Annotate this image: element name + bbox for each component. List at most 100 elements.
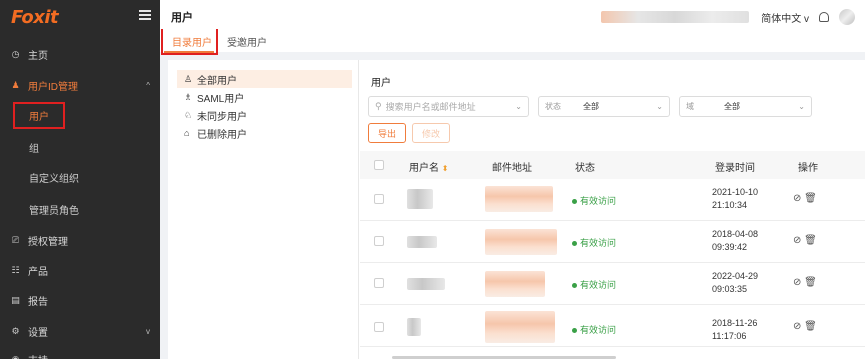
- language-selector[interactable]: 简体中文 v: [761, 10, 809, 25]
- sidebar-item-home[interactable]: ◷ 主页: [0, 34, 160, 75]
- disable-icon[interactable]: ⊘: [793, 193, 801, 204]
- status-text: 有效访问: [580, 196, 617, 206]
- trash-icon[interactable]: 🗑: [804, 235, 817, 246]
- row-actions: ⊘ 🗑: [793, 277, 817, 288]
- column-actions: 操作: [798, 163, 818, 174]
- row-checkbox[interactable]: [374, 278, 384, 288]
- tab-bar: 目录用户 受邀用户: [160, 29, 865, 55]
- products-icon: ☷: [11, 265, 20, 275]
- tree-item-saml-users[interactable]: ♗ SAML用户: [168, 88, 358, 106]
- redacted-email: [485, 229, 557, 255]
- sidebar-item-user-id-management[interactable]: ♟ 用户ID管理 ^: [0, 75, 160, 95]
- sidebar-item-label: 自定义组织: [29, 173, 79, 185]
- row-checkbox[interactable]: [374, 236, 384, 246]
- row-checkbox[interactable]: [374, 194, 384, 204]
- sidebar-item-label: 报告: [28, 297, 48, 308]
- chevron-up-icon: ^: [146, 80, 150, 90]
- tree-item-label: SAML用户: [197, 93, 245, 105]
- disable-icon[interactable]: ⊘: [793, 235, 801, 246]
- status-dot: [572, 199, 577, 205]
- search-placeholder: 搜索用户名或邮件地址: [385, 102, 476, 112]
- status-filter-value: 全部: [583, 102, 599, 111]
- page-title: 用户: [171, 12, 193, 24]
- trash-icon[interactable]: 🗑: [804, 277, 817, 288]
- sidebar-item-settings[interactable]: ⚙ 设置 v: [0, 317, 160, 345]
- users-group-icon: ♗: [184, 91, 193, 102]
- status-badge: 有效访问: [572, 323, 616, 336]
- status-badge: 有效访问: [572, 278, 616, 291]
- users-content: 用户 ⚲ 搜索用户名或邮件地址 ⌄ 状态 全部 ⌄ 域 全部 ⌄ 导出 修改 用…: [360, 60, 865, 359]
- sidebar-item-label: 用户: [29, 112, 49, 123]
- trash-icon[interactable]: 🗑: [804, 321, 817, 332]
- menu-toggle-icon[interactable]: [139, 10, 151, 20]
- export-button[interactable]: 导出: [368, 123, 406, 143]
- sort-icon[interactable]: ⬍: [442, 164, 449, 173]
- sidebar-item-label: 用户ID管理: [28, 81, 78, 93]
- tree-item-all-users[interactable]: ♙ 全部用户: [177, 70, 352, 88]
- login-time: 2018-04-08 09:39:42: [712, 228, 758, 254]
- foxit-logo[interactable]: Foxit: [11, 7, 59, 28]
- search-input[interactable]: ⚲ 搜索用户名或邮件地址 ⌄: [368, 96, 529, 117]
- table-row[interactable]: 有效访问 2022-04-29 09:03:35 ⊘ 🗑: [360, 263, 865, 305]
- login-date-text: 2018-04-08: [712, 229, 759, 239]
- login-date-text: 2022-04-29: [712, 271, 759, 281]
- select-all-checkbox[interactable]: [374, 160, 384, 170]
- tree-item-label: 全部用户: [197, 75, 237, 87]
- sidebar-item-custom-org[interactable]: 自定义组织: [0, 158, 160, 196]
- sidebar-item-users[interactable]: 用户: [0, 95, 160, 136]
- sidebar-item-groups[interactable]: 组: [0, 136, 160, 158]
- sidebar-item-support[interactable]: ◉ 支持: [0, 345, 160, 359]
- sidebar-item-products[interactable]: ☷ 产品: [0, 257, 160, 284]
- top-header: 用户 简体中文 v: [160, 0, 865, 34]
- sidebar-item-reports[interactable]: ▤ 报告: [0, 284, 160, 317]
- status-badge: 有效访问: [572, 194, 616, 207]
- disable-icon[interactable]: ⊘: [793, 277, 801, 288]
- column-login-time: 登录时间: [715, 163, 755, 174]
- tree-item-deleted-users[interactable]: ⌂ 已删除用户: [168, 124, 358, 142]
- trash-icon: ⌂: [184, 128, 190, 138]
- language-label: 简体中文: [761, 13, 802, 25]
- table-row[interactable]: 有效访问 2018-11-26 11:17:06 ⊘ 🗑: [360, 305, 865, 347]
- chevron-down-icon: v: [146, 326, 150, 336]
- login-date-text: 2018-11-26: [712, 318, 758, 328]
- table-header: 用户名 ⬍ 邮件地址 状态 登录时间 操作: [360, 151, 865, 179]
- login-time-text: 11:17:06: [712, 331, 747, 341]
- row-actions: ⊘ 🗑: [793, 321, 817, 332]
- row-checkbox[interactable]: [374, 322, 384, 332]
- trash-icon[interactable]: 🗑: [804, 193, 817, 204]
- report-icon: ▤: [11, 295, 20, 305]
- avatar[interactable]: [839, 9, 855, 25]
- bell-icon[interactable]: [819, 12, 829, 22]
- tree-item-label: 未同步用户: [197, 111, 247, 123]
- sidebar-item-label: 组: [29, 143, 39, 155]
- status-filter-select[interactable]: 状态 全部 ⌄: [538, 96, 670, 117]
- tab-directory-users[interactable]: 目录用户: [172, 34, 212, 49]
- redacted-account: [601, 11, 750, 23]
- header-actions: 简体中文 v: [601, 9, 855, 25]
- users-icon: ♟: [11, 79, 20, 90]
- sidebar-item-label: 产品: [28, 267, 48, 278]
- main-panel: ♙ 全部用户 ♗ SAML用户 ♘ 未同步用户 ⌂ 已删除用户 用户 ⚲ 搜索用…: [168, 60, 865, 359]
- status-text: 有效访问: [580, 280, 617, 290]
- status-text: 有效访问: [580, 238, 617, 248]
- login-time: 2018-11-26 11:17:06: [712, 317, 757, 343]
- disable-icon[interactable]: ⊘: [793, 321, 801, 332]
- user-unsynced-icon: ♘: [184, 109, 193, 120]
- sidebar-item-license[interactable]: ⎚ 授权管理: [0, 223, 160, 257]
- table-row[interactable]: 有效访问 2018-04-08 09:39:42 ⊘ 🗑: [360, 221, 865, 263]
- redacted-email: [485, 271, 545, 297]
- tab-invited-users[interactable]: 受邀用户: [227, 34, 267, 49]
- status-badge: 有效访问: [572, 236, 616, 249]
- column-username[interactable]: 用户名 ⬍: [409, 159, 448, 174]
- login-time-text: 09:03:35: [712, 284, 748, 294]
- chevron-down-icon: v: [804, 13, 809, 25]
- table-row[interactable]: 有效访问 2021-10-10 21:10:34 ⊘ 🗑: [360, 179, 865, 221]
- login-time-text: 09:39:42: [712, 242, 748, 252]
- domain-filter-select[interactable]: 域 全部 ⌄: [679, 96, 812, 117]
- sidebar-item-admin-roles[interactable]: 管理员角色: [0, 196, 160, 223]
- brand: Foxit: [0, 0, 160, 34]
- modify-button[interactable]: 修改: [412, 123, 450, 143]
- domain-filter-label: 域: [686, 102, 694, 111]
- tree-item-unsynced-users[interactable]: ♘ 未同步用户: [168, 106, 358, 124]
- chevron-down-icon: ⌄: [515, 102, 522, 111]
